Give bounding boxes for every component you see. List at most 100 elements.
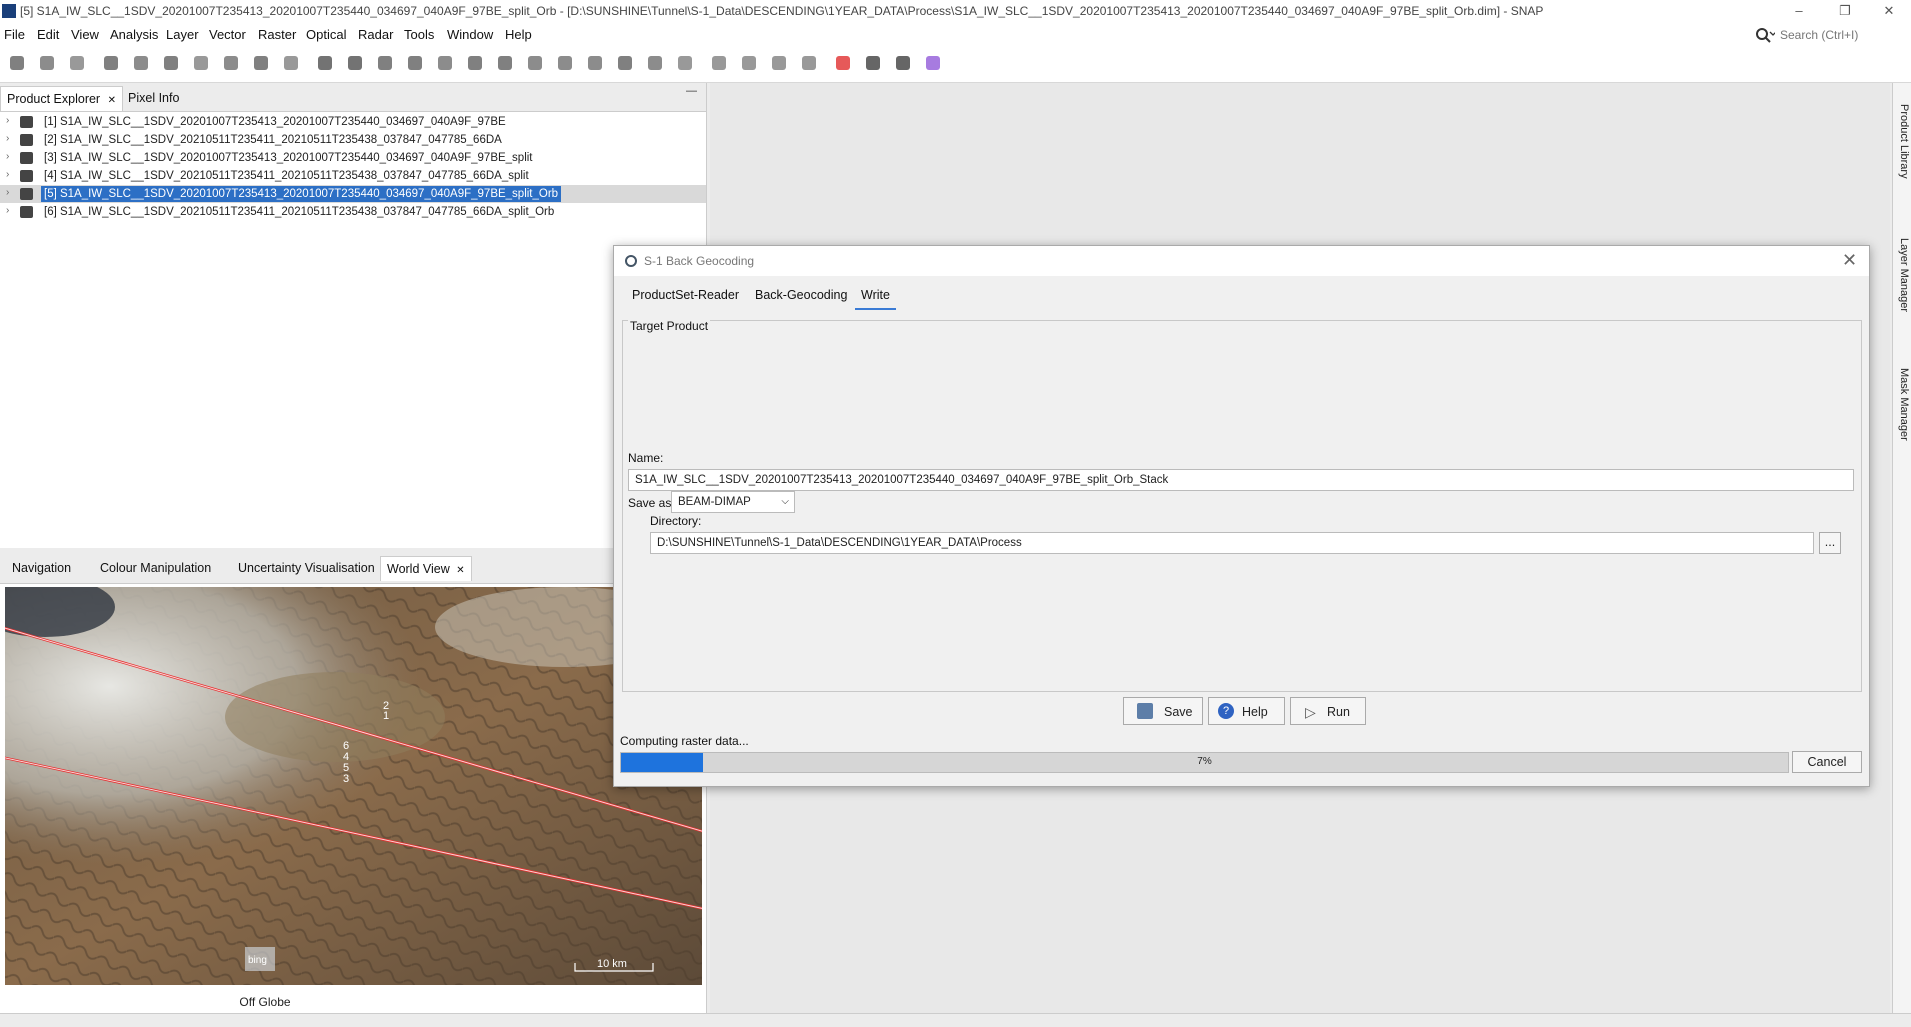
menu-vector[interactable]: Vector [209,27,246,42]
close-tab-icon[interactable]: ✕ [456,565,464,576]
save-product-icon[interactable] [36,52,58,74]
tab-world-view[interactable]: World View ✕ [380,556,472,581]
side-tab-mask-manager[interactable]: Mask Manager [1894,368,1910,441]
search-box[interactable]: Search (Ctrl+I) [1752,26,1902,44]
layers-icon[interactable] [922,52,944,74]
help-button[interactable]: ? Help [1208,697,1285,725]
menu-optical[interactable]: Optical [306,27,346,42]
close-window-button[interactable]: ✕ [1866,0,1911,24]
expand-arrow-icon[interactable]: › [6,187,9,198]
gcp-tool-icon[interactable] [66,52,88,74]
expand-arrow-icon[interactable]: › [6,115,9,126]
tile-vertical-icon[interactable] [738,52,760,74]
tab-product-explorer[interactable]: Product Explorer ✕ [0,86,123,111]
product-tree-item[interactable]: › [3] S1A_IW_SLC__1SDV_20201007T235413_20… [0,149,706,167]
menu-window[interactable]: Window [447,27,493,42]
world-map[interactable]: 2 1 6 4 5 3 bing 10 km [5,587,702,985]
product-tree-item[interactable]: › [1] S1A_IW_SLC__1SDV_20201007T235413_20… [0,113,706,131]
expand-arrow-icon[interactable]: › [6,169,9,180]
magic-wand-icon-glyph [618,56,632,70]
tile-grid-icon[interactable] [768,52,790,74]
product-tree-item[interactable]: › [5] S1A_IW_SLC__1SDV_20201007T235413_20… [0,185,706,203]
bing-logo-text: bing [248,955,267,966]
open-product-icon[interactable] [6,52,28,74]
product-icon [20,116,33,128]
expand-arrow-icon[interactable]: › [6,205,9,216]
menu-help[interactable]: Help [505,27,532,42]
product-tree-item[interactable]: › [4] S1A_IW_SLC__1SDV_20210511T235411_20… [0,167,706,185]
range-icon-glyph [284,56,298,70]
save-as-select[interactable]: BEAM-DIMAP ⌵ [671,491,795,513]
menu-radar[interactable]: Radar [358,27,393,42]
menu-analysis[interactable]: Analysis [110,27,158,42]
graph-builder-icon[interactable] [100,52,122,74]
snap-app-icon [2,4,16,18]
binary-icon[interactable] [892,52,914,74]
tab-write[interactable]: Write [855,282,896,310]
tab-navigation[interactable]: Navigation [6,556,77,580]
gcp-label-icon[interactable] [190,52,212,74]
restore-button[interactable]: ❐ [1822,0,1868,24]
range-finder-icon[interactable] [644,52,666,74]
browse-directory-button[interactable]: ... [1819,532,1841,554]
cancel-button[interactable]: Cancel [1792,751,1862,773]
polygon-draw-icon[interactable] [554,52,576,74]
star-icon[interactable] [832,52,854,74]
tile-horizontal-icon[interactable] [708,52,730,74]
close-dialog-button[interactable]: ✕ [1842,250,1857,271]
cross-icon[interactable] [862,52,884,74]
pan-tool-icon[interactable] [344,52,366,74]
run-button[interactable]: ▷ Run [1290,697,1366,725]
tab-product-explorer-label: Product Explorer [7,92,101,106]
product-icon [20,134,33,146]
select-tool-icon[interactable] [314,52,336,74]
tab-colour-manipulation[interactable]: Colour Manipulation [94,556,217,580]
ellipse-draw-icon[interactable] [584,52,606,74]
line-draw-icon[interactable] [464,52,486,74]
pin-icon[interactable] [160,52,182,74]
product-icon [20,170,33,182]
directory-field[interactable]: D:\SUNSHINE\Tunnel\S-1_Data\DESCENDING\1… [650,532,1814,554]
ruler-icon[interactable] [674,52,696,74]
star-icon-glyph [836,56,850,70]
menu-view[interactable]: View [71,27,99,42]
menu-tools[interactable]: Tools [404,27,434,42]
side-tab-product-library[interactable]: Product Library [1894,104,1910,179]
gcp-placing-icon[interactable] [434,52,456,74]
zoom-tool-icon[interactable] [374,52,396,74]
side-tab-layer-manager[interactable]: Layer Manager [1894,238,1910,312]
mask-icon[interactable] [250,52,272,74]
expand-arrow-icon[interactable]: › [6,151,9,162]
tab-pixel-info[interactable]: Pixel Info [122,86,185,110]
gcp-label-icon-glyph [194,56,208,70]
menu-file[interactable]: File [4,27,25,42]
spectrum-icon[interactable] [220,52,242,74]
polyline-draw-icon[interactable] [494,52,516,74]
tab-back-geocoding[interactable]: Back-Geocoding [749,282,853,308]
product-name: [2] S1A_IW_SLC__1SDV_20210511T235411_202… [44,134,502,146]
minimize-button[interactable]: – [1776,0,1822,24]
close-tab-icon[interactable]: ✕ [108,95,116,106]
zoom-plus-icon[interactable] [404,52,426,74]
tab-productset-reader[interactable]: ProductSet-Reader [626,282,745,308]
save-button[interactable]: Save [1123,697,1203,725]
tile-tabbed-icon[interactable] [798,52,820,74]
rectangle-draw-icon[interactable] [524,52,546,74]
chevron-down-icon: ⌵ [781,496,789,507]
magic-wand-icon[interactable] [614,52,636,74]
name-field[interactable]: S1A_IW_SLC__1SDV_20201007T235413_2020100… [628,469,1854,491]
tile-tabbed-icon-glyph [802,56,816,70]
product-explorer-panel: Product Explorer ✕ Pixel Info — › [1] S1A… [0,83,707,548]
tab-uncertainty-visualisation[interactable]: Uncertainty Visualisation [232,556,381,580]
range-icon[interactable] [280,52,302,74]
grid-icon[interactable] [130,52,152,74]
expand-arrow-icon[interactable]: › [6,133,9,144]
tab-world-view-label: World View [387,562,450,576]
menu-raster[interactable]: Raster [258,27,296,42]
grid-icon-glyph [134,56,148,70]
minimize-panel-icon[interactable]: — [686,85,697,97]
product-tree-item[interactable]: › [6] S1A_IW_SLC__1SDV_20210511T235411_20… [0,203,706,221]
menu-edit[interactable]: Edit [37,27,59,42]
product-tree-item[interactable]: › [2] S1A_IW_SLC__1SDV_20210511T235411_20… [0,131,706,149]
menu-layer[interactable]: Layer [166,27,199,42]
